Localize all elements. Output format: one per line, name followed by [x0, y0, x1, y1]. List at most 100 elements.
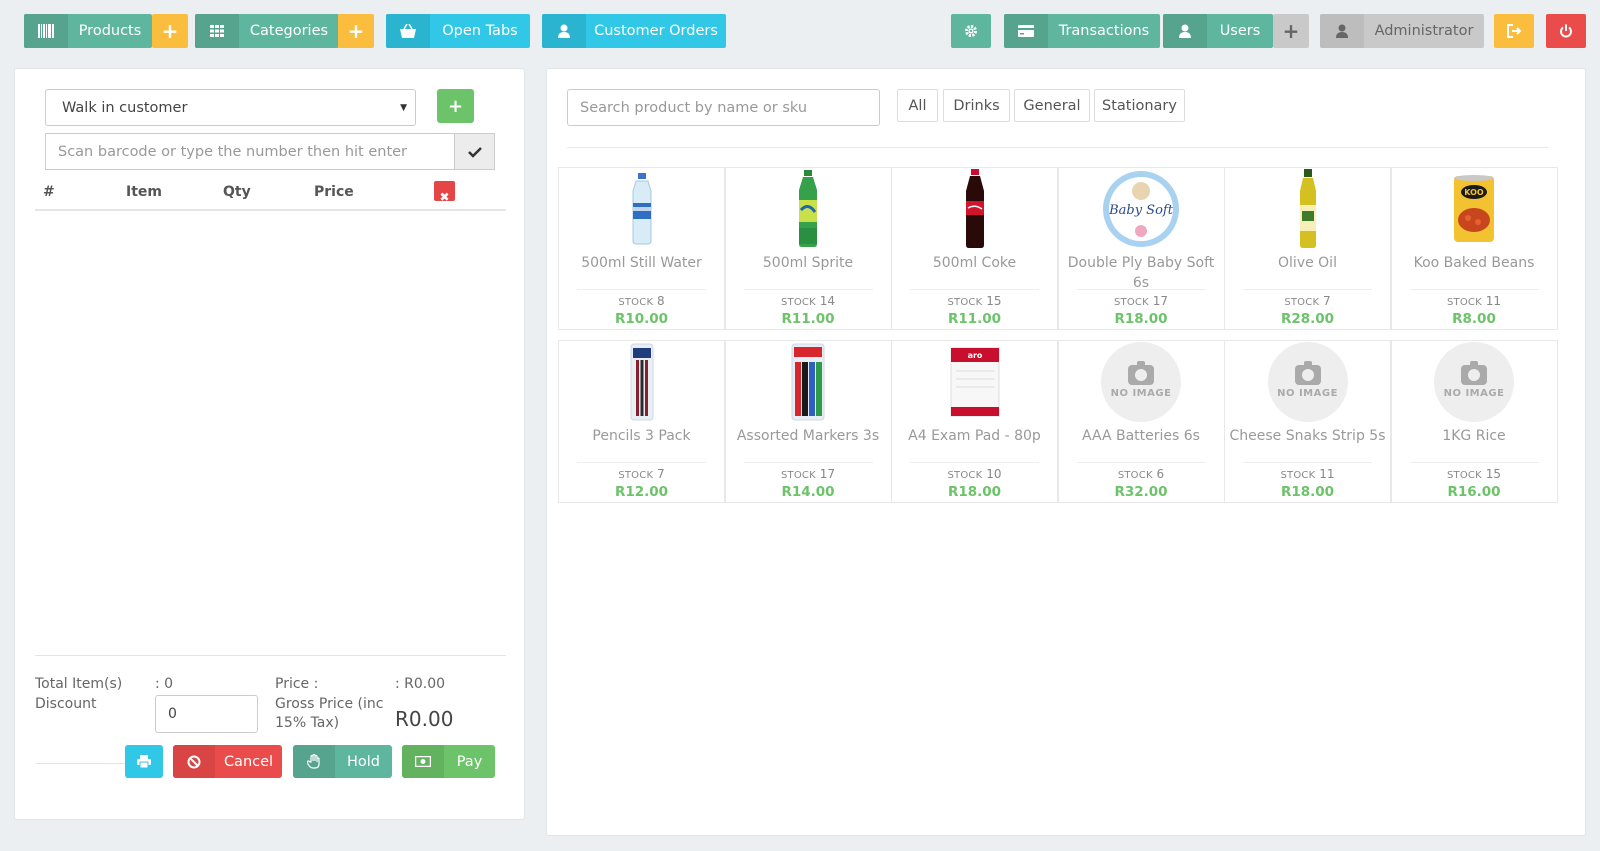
product-name: Double Ply Baby Soft 6s [1067, 255, 1215, 291]
catalog-divider [567, 147, 1548, 148]
product-image: aro [892, 341, 1057, 423]
customer-orders-button[interactable]: Customer Orders [542, 14, 726, 48]
stock-value: 11 [1319, 467, 1335, 481]
product-card[interactable]: 500ml Sprite STOCK 14 R11.00 [724, 167, 892, 330]
users-button[interactable]: Users [1163, 14, 1273, 48]
caret-down-icon: ▼ [400, 102, 407, 113]
print-button[interactable] [125, 745, 163, 778]
add-user-button[interactable]: + [1273, 14, 1309, 48]
product-name: 500ml Coke [932, 255, 1017, 271]
product-card[interactable]: aro A4 Exam Pad - 80p STOCK 10 R18.00 [891, 340, 1058, 503]
add-customer-button[interactable]: + [437, 89, 474, 123]
barcode-submit-button[interactable] [454, 133, 495, 170]
total-items-value: : 0 [155, 676, 174, 692]
camera-icon [1294, 361, 1321, 385]
product-card[interactable]: 500ml Coke STOCK 15 R11.00 [891, 167, 1058, 330]
product-name: 500ml Still Water [581, 255, 702, 271]
footer-divider [35, 763, 125, 764]
product-card[interactable]: Pencils 3 Pack STOCK 7 R12.00 [558, 340, 725, 503]
stock-value: 17 [1152, 294, 1168, 308]
hold-button[interactable]: Hold [293, 745, 392, 778]
product-divider [1409, 289, 1539, 290]
product-card[interactable]: KOO Koo Baked Beans STOCK 11 R8.00 [1390, 167, 1558, 330]
product-card[interactable]: Olive Oil STOCK 7 R28.00 [1224, 167, 1391, 330]
product-search-placeholder: Search product by name or sku [580, 99, 808, 116]
product-stock: STOCK 10 [892, 467, 1057, 481]
summary-divider [35, 655, 506, 656]
product-card[interactable]: NO IMAGE 1KG Rice STOCK 15 R16.00 [1390, 340, 1558, 503]
add-category-button[interactable]: + [338, 14, 374, 48]
category-filter-general[interactable]: General [1014, 89, 1090, 122]
no-image-placeholder: NO IMAGE [1059, 341, 1224, 423]
category-filter-all[interactable]: All [897, 89, 938, 122]
user-icon [1320, 14, 1364, 48]
product-card[interactable]: Baby Soft Double Ply Baby Soft 6s STOCK 17… [1057, 167, 1225, 330]
product-card[interactable]: 500ml Still Water STOCK 8 R10.00 [558, 167, 725, 330]
cart-panel: Walk in customer ▼ + Scan barcode or typ… [14, 68, 525, 820]
settings-button[interactable] [951, 14, 991, 48]
product-name: AAA Batteries 6s [1082, 428, 1200, 444]
product-card[interactable]: NO IMAGE AAA Batteries 6s STOCK 6 R32.00 [1057, 340, 1225, 503]
col-item: Item [126, 184, 162, 200]
category-filter-stationary[interactable]: Stationary [1094, 89, 1185, 122]
stock-label: STOCK [947, 297, 983, 308]
grid-icon [195, 14, 239, 48]
stock-value: 7 [1323, 294, 1331, 308]
products-label: Products [78, 23, 142, 39]
no-image-label: NO IMAGE [1443, 388, 1505, 399]
admin-profile-button[interactable]: Administrator [1320, 14, 1484, 48]
cancel-label: Cancel [223, 753, 274, 770]
discount-input-value: 0 [168, 706, 177, 722]
product-price: R11.00 [947, 311, 1002, 327]
plus-icon: + [447, 95, 464, 117]
product-divider [1076, 462, 1206, 463]
product-stock: STOCK 14 [726, 294, 891, 308]
stock-label: STOCK [1117, 470, 1153, 481]
sign-out-icon [1507, 24, 1522, 38]
cancel-button[interactable]: Cancel [173, 745, 282, 778]
stock-value: 15 [1485, 467, 1501, 481]
product-divider [1243, 462, 1372, 463]
plus-icon: + [1282, 19, 1300, 43]
product-image [726, 168, 891, 250]
transactions-button[interactable]: Transactions [1004, 14, 1160, 48]
open-tabs-label: Open Tabs [442, 23, 518, 39]
power-button[interactable] [1546, 14, 1586, 48]
product-card[interactable]: Assorted Markers 3s STOCK 17 R14.00 [724, 340, 892, 503]
product-name: Koo Baked Beans [1413, 255, 1535, 271]
barcode-input[interactable]: Scan barcode or type the number then hit… [45, 133, 454, 170]
product-image [1225, 168, 1390, 250]
product-image: Baby Soft [1059, 168, 1224, 250]
power-icon [1560, 24, 1572, 38]
discount-input[interactable]: 0 [155, 695, 258, 733]
product-price: R12.00 [614, 484, 669, 500]
no-image-label: NO IMAGE [1277, 388, 1338, 399]
product-card[interactable]: NO IMAGE Cheese Snaks Strip 5s STOCK 11 R18… [1224, 340, 1391, 503]
plus-icon: + [161, 19, 179, 43]
discount-label: Discount [35, 696, 97, 712]
stock-value: 14 [819, 294, 835, 308]
transactions-label: Transactions [1058, 23, 1150, 39]
pay-button[interactable]: Pay [402, 745, 495, 778]
product-stock: STOCK 17 [726, 467, 891, 481]
logout-button[interactable] [1494, 14, 1534, 48]
admin-label: Administrator [1374, 23, 1474, 39]
products-button[interactable]: Products [24, 14, 152, 48]
product-divider [743, 462, 873, 463]
stock-label: STOCK [618, 470, 654, 481]
clear-cart-button[interactable]: ✖ [434, 181, 455, 204]
product-name: A4 Exam Pad - 80p [908, 428, 1041, 444]
stock-value: 17 [819, 467, 835, 481]
customer-select-value: Walk in customer [62, 99, 188, 116]
categories-button[interactable]: Categories [195, 14, 339, 48]
category-filter-drinks[interactable]: Drinks [943, 89, 1010, 122]
add-product-button[interactable]: + [152, 14, 188, 48]
open-tabs-button[interactable]: Open Tabs [386, 14, 530, 48]
col-qty: Qty [223, 184, 251, 200]
product-stock: STOCK 8 [559, 294, 724, 308]
customer-select[interactable]: Walk in customer ▼ [45, 89, 416, 126]
product-divider [910, 289, 1039, 290]
product-search-input[interactable]: Search product by name or sku [567, 89, 880, 126]
product-price: R28.00 [1280, 311, 1335, 327]
user-icon [1163, 14, 1207, 48]
